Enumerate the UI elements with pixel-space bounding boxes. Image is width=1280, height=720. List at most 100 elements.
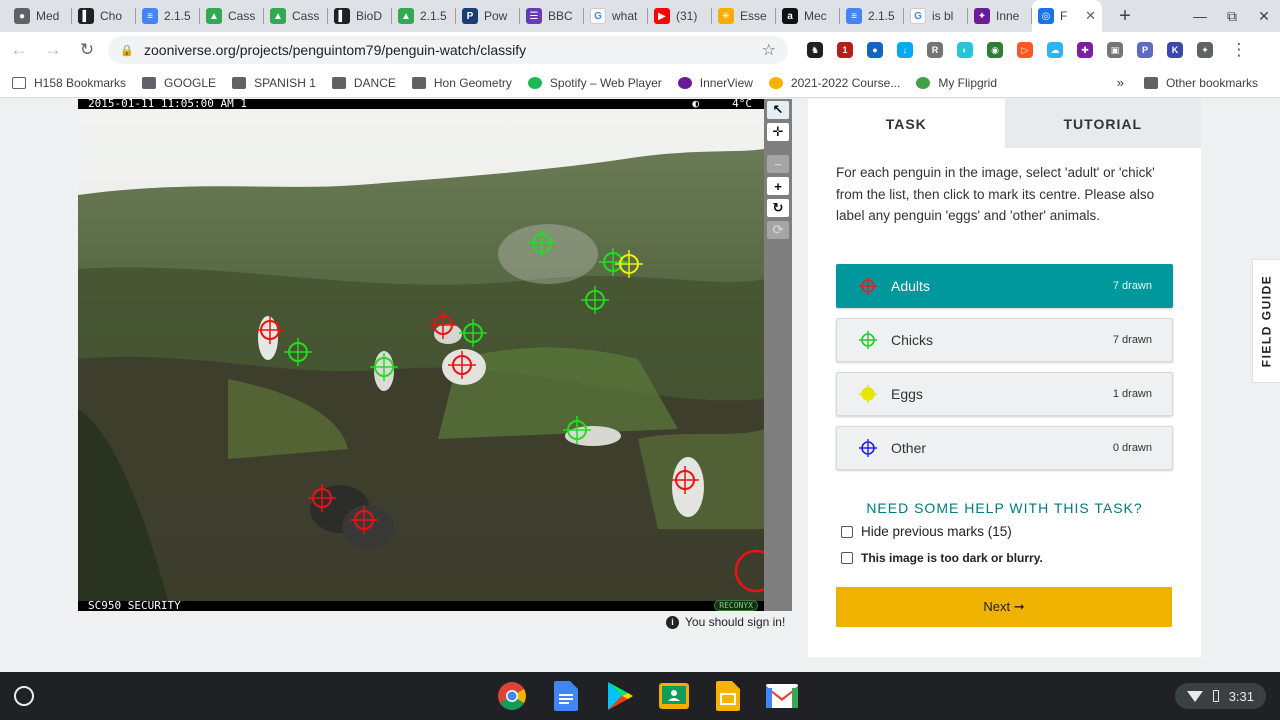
bookmark-item[interactable]: My Flipgrid xyxy=(916,76,997,90)
bookmark-label: My Flipgrid xyxy=(938,75,998,90)
temperature-value: 4°C xyxy=(732,99,752,109)
address-bar[interactable]: 🔒 zooniverse.org/projects/penguintom79/p… xyxy=(108,36,788,64)
bookmark-item[interactable]: Spotify – Web Player xyxy=(527,76,662,90)
choice-eggs[interactable]: Eggs 1 drawn xyxy=(836,372,1173,416)
extension-icon[interactable]: ↓ xyxy=(897,42,913,58)
extension-icon[interactable]: 1 xyxy=(837,42,853,58)
pointer-tool[interactable]: ↖ xyxy=(767,101,789,119)
rotate-tool[interactable]: ↻ xyxy=(767,199,789,217)
subject-image[interactable]: 2015-01-11 11:05:00 AM 1 ◐ 4°C SC950 SEC… xyxy=(78,99,764,611)
active-browser-tab[interactable]: ◎ F ✕ xyxy=(1032,0,1102,32)
tab-title: 2.1.5 xyxy=(420,9,447,23)
tab-tutorial[interactable]: TUTORIAL xyxy=(1004,99,1201,148)
extension-icon[interactable]: ▷ xyxy=(1017,42,1033,58)
bookmark-item[interactable]: H158 Bookmarks xyxy=(12,76,126,90)
choice-adults[interactable]: Adults 7 drawn xyxy=(836,264,1173,308)
bookmark-favicon-icon xyxy=(677,76,692,89)
extension-icon[interactable]: ✚ xyxy=(1077,42,1093,58)
other-bookmarks-folder[interactable]: Other bookmarks xyxy=(1143,76,1258,90)
bookmark-item[interactable]: Hon Geometry xyxy=(411,76,512,90)
field-guide-button[interactable]: FIELD GUIDE xyxy=(1252,259,1280,383)
moon-phase-icon: ◐ xyxy=(692,99,699,109)
browser-tab[interactable]: ▶ (31) xyxy=(648,0,712,32)
browser-tab[interactable]: Gis bl xyxy=(904,0,968,32)
new-tab-button[interactable]: + xyxy=(1110,0,1140,32)
browser-tab[interactable]: Gwhat xyxy=(584,0,648,32)
browser-tab[interactable]: ≡ 2.1.5 xyxy=(840,0,904,32)
browser-tab[interactable]: ≡ 2.1.5 xyxy=(136,0,200,32)
bookmark-item[interactable]: GOOGLE xyxy=(142,76,216,90)
zoom-in-tool[interactable]: + xyxy=(767,177,789,195)
bookmark-item[interactable]: 2021-2022 Course... xyxy=(768,76,900,90)
tab-title: Med xyxy=(36,9,60,23)
launcher-icon[interactable] xyxy=(14,686,34,706)
penguin-chick xyxy=(565,426,621,446)
zooniverse-page: 2015-01-11 11:05:00 AM 1 ◐ 4°C SC950 SEC… xyxy=(0,99,1280,672)
task-instructions: For each penguin in the image, select 'a… xyxy=(836,165,1155,223)
camera-scene[interactable] xyxy=(78,109,764,601)
restore-button[interactable]: ⧉ xyxy=(1216,8,1248,25)
system-tray[interactable]: 3:31 xyxy=(1174,683,1266,709)
browser-tab[interactable]: ▲ Cass xyxy=(264,0,328,32)
browser-menu-button[interactable]: ⋮ xyxy=(1224,35,1254,65)
tab-favicon-icon: ▶ xyxy=(654,8,670,24)
bookmarks-overflow-button[interactable]: » xyxy=(1117,75,1124,90)
too-dark-checkbox[interactable]: This image is too dark or blurry. xyxy=(841,551,1201,565)
checkbox-box[interactable] xyxy=(841,525,853,538)
tab-title: Esse xyxy=(740,9,767,23)
browser-tab[interactable]: ☰ BBC xyxy=(520,0,584,32)
gmail-icon[interactable] xyxy=(766,680,798,712)
bookmarks-right: » Other bookmarks xyxy=(1117,75,1258,90)
extension-icon[interactable]: R xyxy=(927,42,943,58)
reset-tool[interactable]: ⟳ xyxy=(767,221,789,239)
next-button[interactable]: Next ➞ xyxy=(836,587,1172,627)
tab-strip: ● Med ▌ Cho ≡ 2.1.5 ▲ Cass ▲ Cass ▌ BioD ▲ 2.1.5 P Pow ☰… xyxy=(0,0,1280,32)
close-window-button[interactable]: ✕ xyxy=(1248,8,1280,25)
google-slides-icon[interactable] xyxy=(712,680,744,712)
help-link[interactable]: NEED SOME HELP WITH THIS TASK? xyxy=(808,500,1201,516)
zoom-out-tool[interactable]: − xyxy=(767,155,789,173)
url-text: zooniverse.org/projects/penguintom79/pen… xyxy=(144,42,527,58)
google-classroom-icon[interactable] xyxy=(658,680,690,712)
extension-icon[interactable]: P xyxy=(1137,42,1153,58)
bookmark-item[interactable]: DANCE xyxy=(331,76,396,90)
browser-tab[interactable]: ▌ BioD xyxy=(328,0,392,32)
play-store-icon[interactable] xyxy=(604,680,636,712)
forward-button[interactable]: → xyxy=(38,35,68,65)
chrome-icon[interactable] xyxy=(496,680,528,712)
browser-tab[interactable]: ▲ Cass xyxy=(200,0,264,32)
extension-icon[interactable]: K xyxy=(1167,42,1183,58)
bookmark-star-icon[interactable]: ☆ xyxy=(762,40,776,60)
browser-tab[interactable]: ▌ Cho xyxy=(72,0,136,32)
extension-icon[interactable]: ✦ xyxy=(1197,42,1213,58)
extension-icon[interactable]: ◐ xyxy=(957,42,973,58)
extension-icon[interactable]: ● xyxy=(867,42,883,58)
extension-icon[interactable]: ♞ xyxy=(807,42,823,58)
browser-tab[interactable]: a Mec xyxy=(776,0,840,32)
hide-marks-checkbox[interactable]: Hide previous marks (15) xyxy=(841,524,1201,539)
google-docs-icon[interactable] xyxy=(550,680,582,712)
move-tool[interactable]: ✛ xyxy=(767,123,789,141)
browser-tab[interactable]: ● Med xyxy=(8,0,72,32)
choice-other[interactable]: Other 0 drawn xyxy=(836,426,1173,470)
bookmark-item[interactable]: InnerView xyxy=(677,76,753,90)
extension-icon[interactable]: ▣ xyxy=(1107,42,1123,58)
bookmark-item[interactable]: SPANISH 1 xyxy=(232,76,316,90)
checkbox-box[interactable] xyxy=(841,552,853,564)
tab-task[interactable]: TASK xyxy=(808,99,1005,148)
tab-favicon-icon: ≡ xyxy=(846,8,862,24)
browser-tab[interactable]: P Pow xyxy=(456,0,520,32)
extension-icon[interactable]: ◉ xyxy=(987,42,1003,58)
back-button[interactable]: ← xyxy=(4,35,34,65)
reload-button[interactable]: ↻ xyxy=(72,35,102,65)
choice-chicks[interactable]: Chicks 7 drawn xyxy=(836,318,1173,362)
sign-in-notice[interactable]: i You should sign in! xyxy=(666,615,785,629)
tab-favicon-icon: ✦ xyxy=(974,8,990,24)
minimize-button[interactable]: — xyxy=(1184,8,1216,24)
browser-tab[interactable]: ✦ Inne xyxy=(968,0,1032,32)
browser-tab[interactable]: ▲ 2.1.5 xyxy=(392,0,456,32)
browser-tab[interactable]: ✳ Esse xyxy=(712,0,776,32)
extension-icon[interactable]: ☁ xyxy=(1047,42,1063,58)
tab-favicon-icon: G xyxy=(590,8,606,24)
close-tab-icon[interactable]: ✕ xyxy=(1085,8,1096,24)
